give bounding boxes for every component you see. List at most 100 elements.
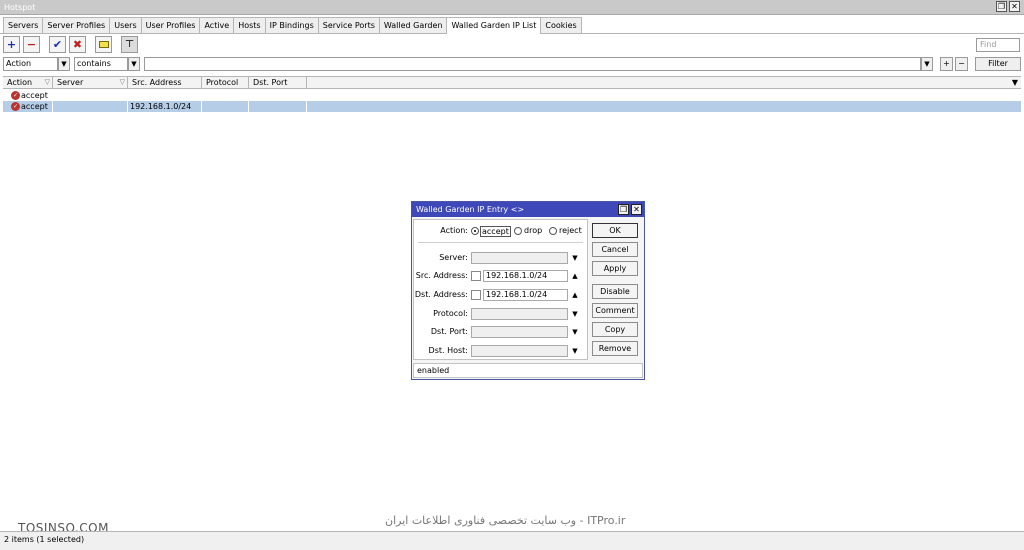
window-titlebar: Hotspot ❐ ✕ (0, 0, 1024, 15)
column-header-src-address[interactable]: Src. Address (128, 77, 202, 89)
chevron-down-icon[interactable]: ▼ (571, 345, 579, 357)
table-header: Action ▽ Server ▽ Src. Address Protocol Ds… (3, 77, 1021, 89)
server-select[interactable] (471, 252, 568, 264)
tab-cookies[interactable]: Cookies (540, 17, 582, 33)
action-accept-label[interactable]: accept (480, 226, 511, 237)
dst-port-label: Dst. Port: (430, 327, 468, 336)
ok-button[interactable]: OK (592, 223, 638, 238)
dst-host-label: Dst. Host: (428, 346, 468, 355)
tab-strip: Servers Server Profiles Users User Profi… (3, 17, 582, 34)
tab-service-ports[interactable]: Service Ports (317, 17, 380, 33)
sort-icon: ▽ (119, 78, 125, 86)
toolbar: + − ✔ ✖ ⊤ (3, 36, 138, 54)
column-header-server[interactable]: Server ▽ (53, 77, 128, 89)
filter-bar: Action ▼ contains ▼ ▼ + − Filter (3, 57, 1021, 72)
check-icon: ✔ (52, 38, 63, 51)
dialog-title: Walled Garden IP Entry <> (416, 205, 525, 214)
dialog-controls: ❐ ✕ (618, 204, 642, 215)
chevron-down-icon[interactable]: ▼ (58, 57, 70, 71)
action-drop-label[interactable]: drop (524, 226, 542, 236)
close-icon[interactable]: ✕ (1009, 1, 1020, 12)
dialog-form: Action: accept drop reject Server: ▼ Src… (413, 219, 588, 360)
filter-button[interactable]: ⊤ (121, 36, 138, 53)
dst-address-input[interactable]: 192.168.1.0/24 (483, 289, 568, 301)
tab-hosts[interactable]: Hosts (233, 17, 266, 33)
status-bar: 2 items (1 selected) (0, 531, 1024, 550)
action-reject-radio[interactable] (549, 227, 557, 235)
comment-icon (98, 41, 109, 48)
dst-address-invert-checkbox[interactable] (471, 290, 481, 300)
funnel-icon: ⊤ (124, 39, 135, 50)
remove-button[interactable]: − (23, 36, 40, 53)
filter-value-input[interactable] (144, 57, 921, 71)
tab-user-profiles[interactable]: User Profiles (140, 17, 201, 33)
close-icon[interactable]: ✕ (631, 204, 642, 215)
chevron-down-icon[interactable]: ▼ (921, 57, 933, 71)
add-button[interactable]: + (3, 36, 20, 53)
form-separator (418, 242, 583, 243)
filter-op-select[interactable]: contains (74, 57, 128, 71)
column-header-dst-port[interactable]: Dst. Port (249, 77, 307, 89)
src-address-label: Src. Address: (415, 271, 468, 280)
server-label: Server: (439, 253, 468, 262)
minus-icon: − (26, 38, 37, 51)
accept-icon: ✓ (11, 101, 20, 111)
window-title: Hotspot (4, 2, 36, 12)
column-header-action[interactable]: Action ▽ (3, 77, 53, 89)
tab-walled-garden-ip-list[interactable]: Walled Garden IP List (446, 17, 542, 34)
chevron-down-icon[interactable]: ▼ (128, 57, 140, 71)
action-label: Action: (440, 226, 468, 235)
column-header-protocol[interactable]: Protocol (202, 77, 249, 89)
column-menu-icon[interactable]: ▼ (1012, 77, 1018, 88)
dst-host-select[interactable] (471, 345, 568, 357)
disable-button[interactable]: ✖ (69, 36, 86, 53)
table-row[interactable]: ✓ accept (3, 90, 1021, 101)
tab-server-profiles[interactable]: Server Profiles (42, 17, 111, 33)
accept-icon: ✓ (11, 90, 20, 100)
tab-servers[interactable]: Servers (3, 17, 44, 33)
dst-address-label: Dst. Address: (414, 290, 468, 299)
filter-field-select[interactable]: Action (3, 57, 58, 71)
filter-button[interactable]: Filter (975, 57, 1021, 71)
action-reject-label[interactable]: reject (559, 226, 582, 236)
action-accept-radio[interactable] (471, 227, 479, 235)
cancel-button[interactable]: Cancel (592, 242, 638, 257)
src-address-input[interactable]: 192.168.1.0/24 (483, 270, 568, 282)
find-input[interactable]: Find (976, 38, 1020, 52)
restore-icon[interactable]: ❐ (618, 204, 629, 215)
copy-button[interactable]: Copy (592, 322, 638, 337)
chevron-down-icon[interactable]: ▼ (571, 252, 579, 264)
protocol-label: Protocol: (433, 309, 468, 318)
dst-port-select[interactable] (471, 326, 568, 338)
chevron-up-icon[interactable]: ▲ (571, 289, 579, 301)
protocol-select[interactable] (471, 308, 568, 320)
chevron-down-icon[interactable]: ▼ (571, 326, 579, 338)
sort-icon: ▽ (44, 78, 50, 86)
action-drop-radio[interactable] (514, 227, 522, 235)
filter-add-button[interactable]: + (940, 57, 953, 71)
window-controls: ❐ ✕ (996, 1, 1020, 12)
enable-button[interactable]: ✔ (49, 36, 66, 53)
walled-garden-ip-entry-dialog: Walled Garden IP Entry <> ❐ ✕ Action: ac… (411, 201, 645, 380)
watermark-center: ITPro.ir - وب سایت تخصصی فناوری اطلاعات … (385, 514, 626, 527)
chevron-up-icon[interactable]: ▲ (571, 270, 579, 282)
comment-button[interactable] (95, 36, 112, 53)
tab-walled-garden[interactable]: Walled Garden (378, 17, 448, 33)
plus-icon: + (6, 38, 17, 51)
dialog-status: enabled (413, 363, 643, 378)
remove-button[interactable]: Remove (592, 341, 638, 356)
filter-remove-button[interactable]: − (955, 57, 968, 71)
tab-ip-bindings[interactable]: IP Bindings (264, 17, 319, 33)
restore-icon[interactable]: ❐ (996, 1, 1007, 12)
apply-button[interactable]: Apply (592, 261, 638, 276)
chevron-down-icon[interactable]: ▼ (571, 308, 579, 320)
cross-icon: ✖ (72, 38, 83, 51)
tab-active[interactable]: Active (199, 17, 235, 33)
tab-users[interactable]: Users (109, 17, 142, 33)
status-text: 2 items (1 selected) (4, 535, 85, 544)
comment-button[interactable]: Comment (592, 303, 638, 318)
dialog-titlebar[interactable]: Walled Garden IP Entry <> ❐ ✕ (412, 202, 644, 217)
table-row-selected[interactable]: ✓ accept 192.168.1.0/24 (3, 101, 1021, 112)
disable-button[interactable]: Disable (592, 284, 638, 299)
src-address-invert-checkbox[interactable] (471, 271, 481, 281)
